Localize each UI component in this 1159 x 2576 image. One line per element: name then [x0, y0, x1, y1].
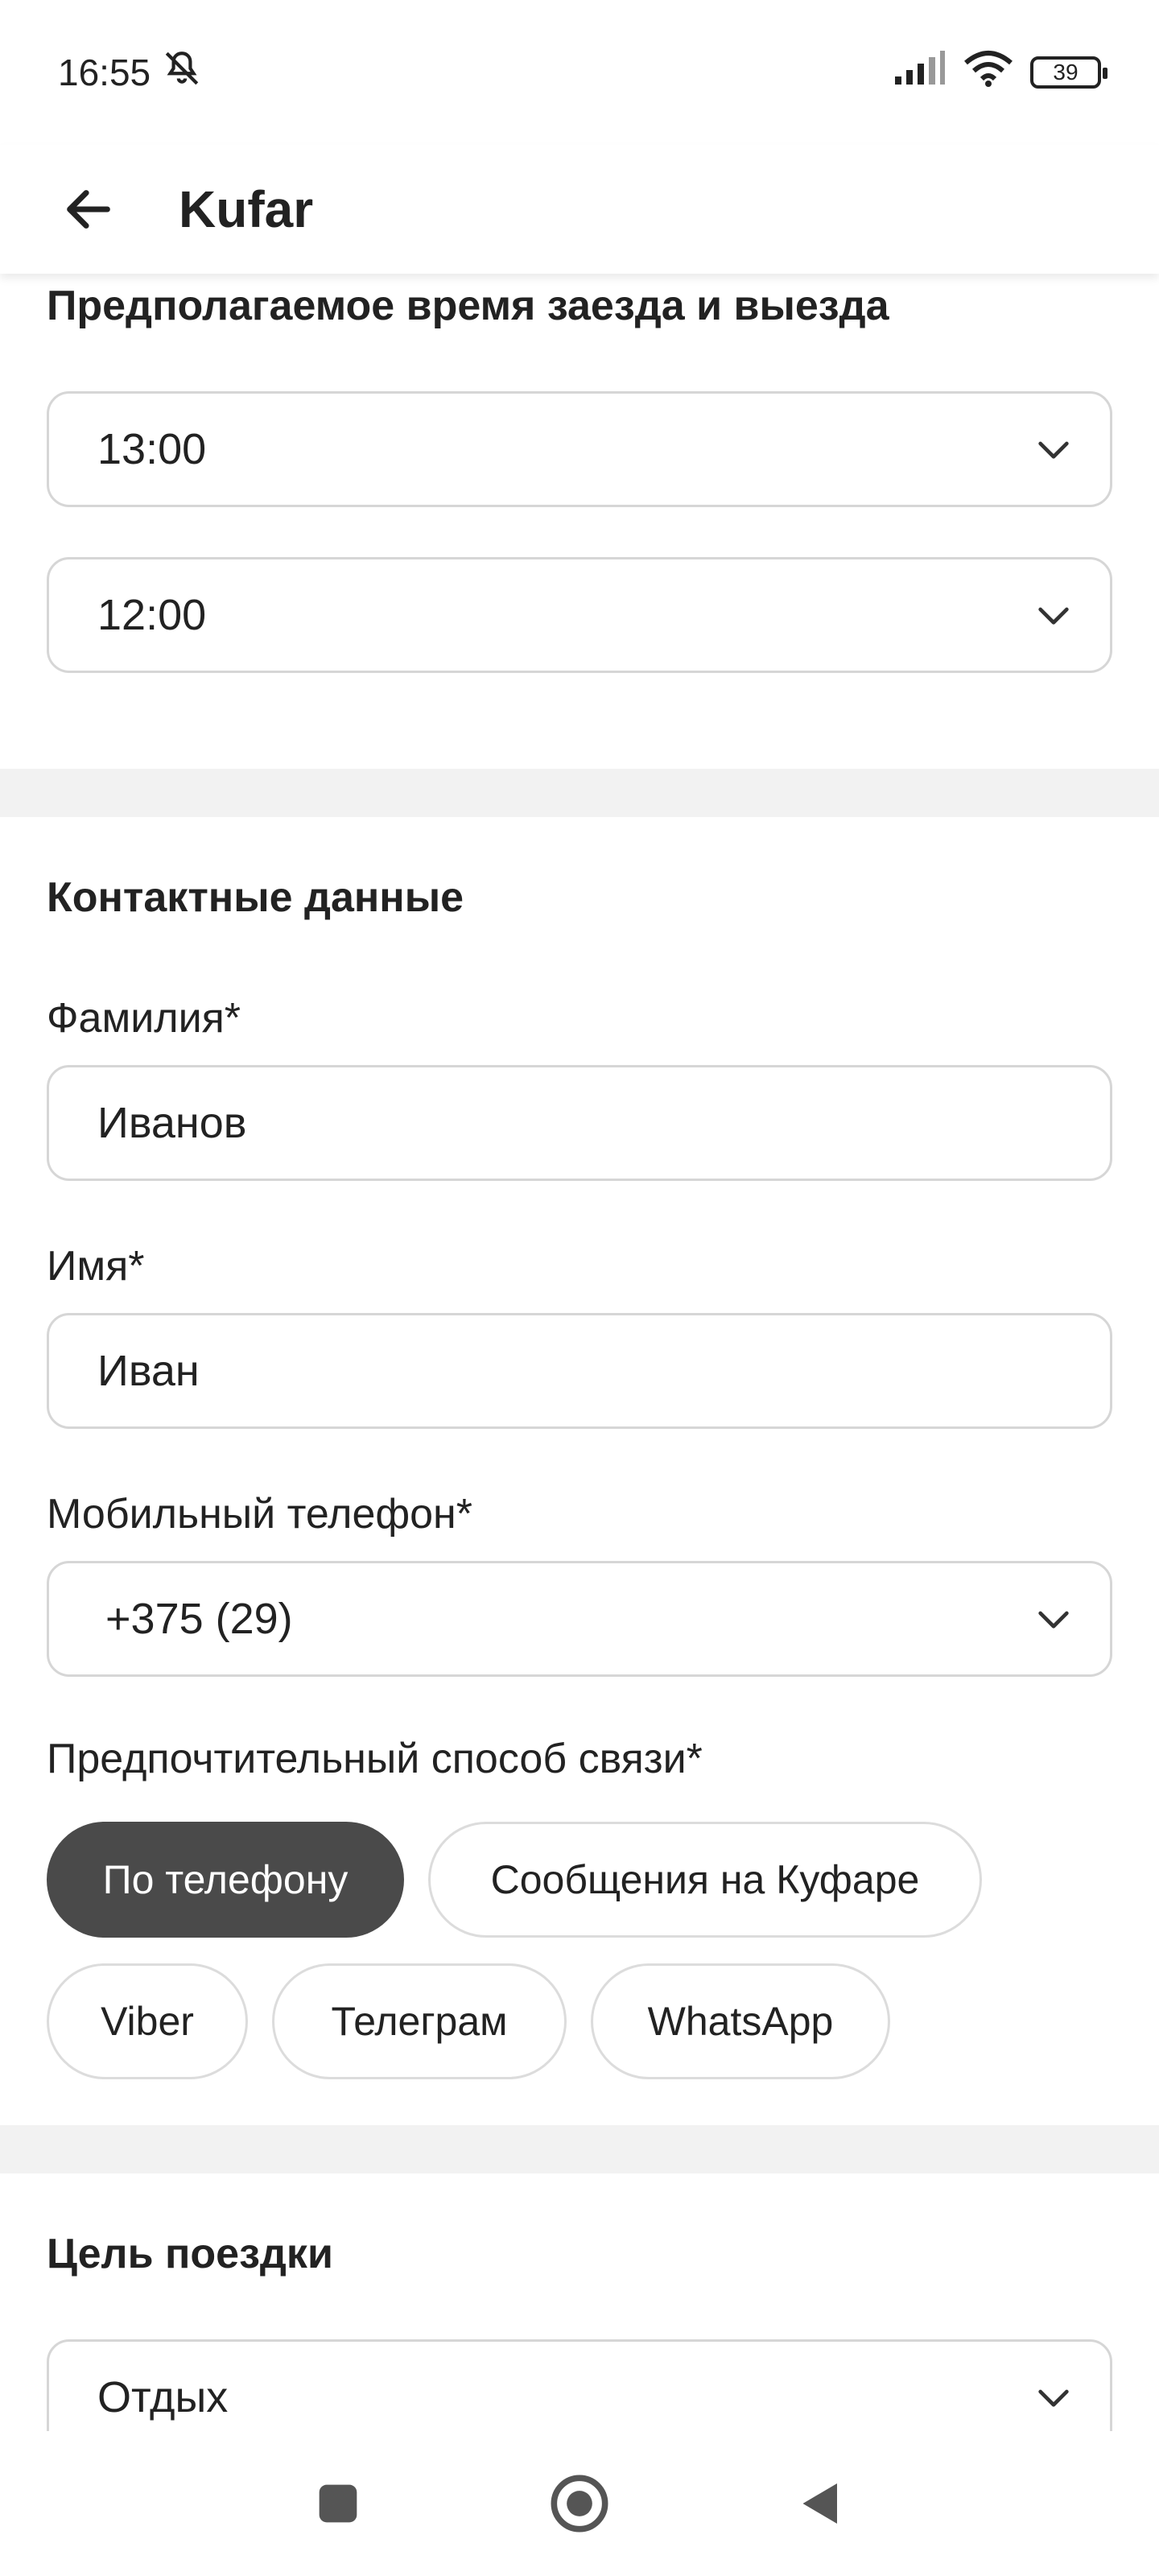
- muted-bell-icon: [162, 48, 202, 97]
- phone-label: Мобильный телефон*: [47, 1491, 473, 1538]
- battery-icon: 39: [1030, 56, 1107, 89]
- contact-section-title: Контактные данные: [47, 874, 464, 921]
- name-field[interactable]: [47, 1313, 1112, 1429]
- surname-label: Фамилия*: [47, 995, 241, 1042]
- surname-input[interactable]: [97, 1098, 1078, 1148]
- page-title: Kufar: [179, 180, 314, 238]
- status-right: 39: [893, 50, 1107, 96]
- chevron-down-icon: [1029, 591, 1078, 639]
- checkout-time-select[interactable]: 12:00: [47, 557, 1112, 673]
- battery-level: 39: [1053, 60, 1079, 85]
- trip-section: Цель поездки Отдых: [0, 2174, 1159, 2455]
- contact-method-kufar-chip[interactable]: Сообщения на Куфаре: [428, 1822, 982, 1938]
- name-label: Имя*: [47, 1243, 145, 1290]
- home-button[interactable]: [543, 2467, 616, 2540]
- checkin-time-value: 13:00: [97, 425, 207, 473]
- contact-method-label: Предпочтительный способ связи*: [47, 1736, 703, 1782]
- chevron-down-icon: [1029, 425, 1078, 473]
- system-nav-bar: [0, 2431, 1159, 2576]
- status-left: 16:55: [58, 48, 202, 97]
- triangle-back-icon: [802, 2483, 837, 2524]
- arrow-left-icon: [67, 190, 110, 229]
- contact-method-telegram-chip[interactable]: Телеграм: [272, 1963, 567, 2079]
- back-button[interactable]: [48, 169, 129, 250]
- app-bar: Kufar: [0, 145, 1159, 274]
- status-time: 16:55: [58, 52, 151, 93]
- surname-field[interactable]: [47, 1065, 1112, 1181]
- section-divider: [0, 769, 1159, 817]
- recent-apps-button[interactable]: [302, 2467, 374, 2540]
- contact-method-whatsapp-chip[interactable]: WhatsApp: [591, 1963, 890, 2079]
- phone-code-select[interactable]: +375 (29): [47, 1561, 1112, 1677]
- times-section: Предполагаемое время заезда и выезда 13:…: [0, 274, 1159, 769]
- chevron-down-icon: [1029, 2373, 1078, 2421]
- name-input[interactable]: [97, 1346, 1078, 1396]
- circle-home-icon: [551, 2475, 608, 2533]
- checkin-time-select[interactable]: 13:00: [47, 391, 1112, 507]
- square-icon: [319, 2484, 357, 2523]
- chevron-down-icon: [1029, 1595, 1078, 1643]
- section-divider: [0, 2125, 1159, 2174]
- status-bar: 16:55 39: [0, 0, 1159, 145]
- checkout-time-value: 12:00: [97, 591, 207, 639]
- contact-method-phone-chip[interactable]: По телефону: [47, 1822, 404, 1938]
- times-section-title: Предполагаемое время заезда и выезда: [47, 283, 889, 329]
- phone-code-value: +375 (29): [105, 1595, 293, 1643]
- back-nav-button[interactable]: [785, 2467, 857, 2540]
- signal-icon: [893, 50, 947, 95]
- trip-section-title: Цель поездки: [47, 2231, 333, 2277]
- contact-method-viber-chip[interactable]: Viber: [47, 1963, 248, 2079]
- wifi-icon: [964, 50, 1013, 96]
- trip-purpose-value: Отдых: [97, 2373, 229, 2421]
- contact-section: Контактные данные Фамилия* Имя* Мобильны…: [0, 817, 1159, 2125]
